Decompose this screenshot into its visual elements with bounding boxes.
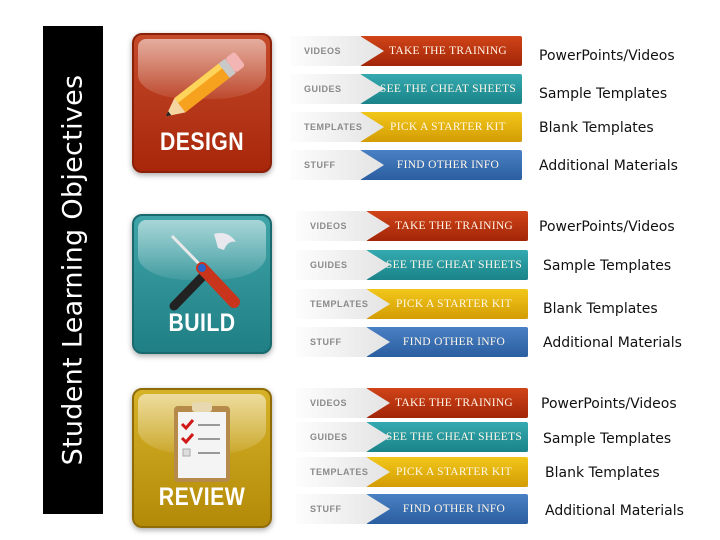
row-action[interactable]: FIND OTHER INFO [366,327,528,357]
row-description: Blank Templates [543,301,658,317]
row-description: Blank Templates [545,465,660,481]
other-info-button[interactable]: STUFF FIND OTHER INFO [296,327,528,357]
tile-label: REVIEW [158,483,246,511]
row-description: PowerPoints/Videos [539,48,675,64]
review-tile[interactable]: REVIEW [132,388,272,528]
row-action[interactable]: SEE THE CHEAT SHEETS [366,250,528,280]
row-action[interactable]: SEE THE CHEAT SHEETS [360,74,522,104]
page-title: Student Learning Objectives [57,74,89,466]
pencil-icon [165,52,245,117]
row-description: Additional Materials [545,503,684,519]
row-description: Sample Templates [543,431,672,447]
training-button[interactable]: VIDEOS TAKE THE TRAINING [296,388,528,418]
design-tile[interactable]: DESIGN [132,33,272,173]
tools-icon [169,233,240,311]
row-action[interactable]: PICK A STARTER KIT [366,457,528,487]
row-description: Blank Templates [539,120,654,136]
row-action[interactable]: FIND OTHER INFO [360,150,522,180]
clipboard-checklist-icon [174,402,230,482]
row-description: Additional Materials [539,158,678,174]
tile-label: DESIGN [159,128,245,156]
other-info-button[interactable]: STUFF FIND OTHER INFO [296,494,528,524]
row-action[interactable]: PICK A STARTER KIT [360,112,522,142]
row-action[interactable]: SEE THE CHEAT SHEETS [366,422,528,452]
starter-kit-button[interactable]: TEMPLATES PICK A STARTER KIT [290,112,522,142]
row-action[interactable]: PICK A STARTER KIT [366,289,528,319]
starter-kit-button[interactable]: TEMPLATES PICK A STARTER KIT [296,457,528,487]
row-action[interactable]: TAKE THE TRAINING [360,36,522,66]
training-button[interactable]: VIDEOS TAKE THE TRAINING [296,211,528,241]
other-info-button[interactable]: STUFF FIND OTHER INFO [290,150,522,180]
row-description: PowerPoints/Videos [541,396,677,412]
tile-label: BUILD [168,309,236,337]
row-description: Sample Templates [543,258,672,274]
starter-kit-button[interactable]: TEMPLATES PICK A STARTER KIT [296,289,528,319]
cheat-sheets-button[interactable]: GUIDES SEE THE CHEAT SHEETS [296,422,528,452]
row-description: Sample Templates [539,86,668,102]
build-tile[interactable]: BUILD [132,214,272,354]
row-action[interactable]: FIND OTHER INFO [366,494,528,524]
cheat-sheets-button[interactable]: GUIDES SEE THE CHEAT SHEETS [290,74,522,104]
side-title-banner: Student Learning Objectives [43,26,103,514]
row-description: PowerPoints/Videos [539,219,675,235]
row-description: Additional Materials [543,335,682,351]
training-button[interactable]: VIDEOS TAKE THE TRAINING [290,36,522,66]
cheat-sheets-button[interactable]: GUIDES SEE THE CHEAT SHEETS [296,250,528,280]
row-action[interactable]: TAKE THE TRAINING [366,211,528,241]
row-action[interactable]: TAKE THE TRAINING [366,388,528,418]
